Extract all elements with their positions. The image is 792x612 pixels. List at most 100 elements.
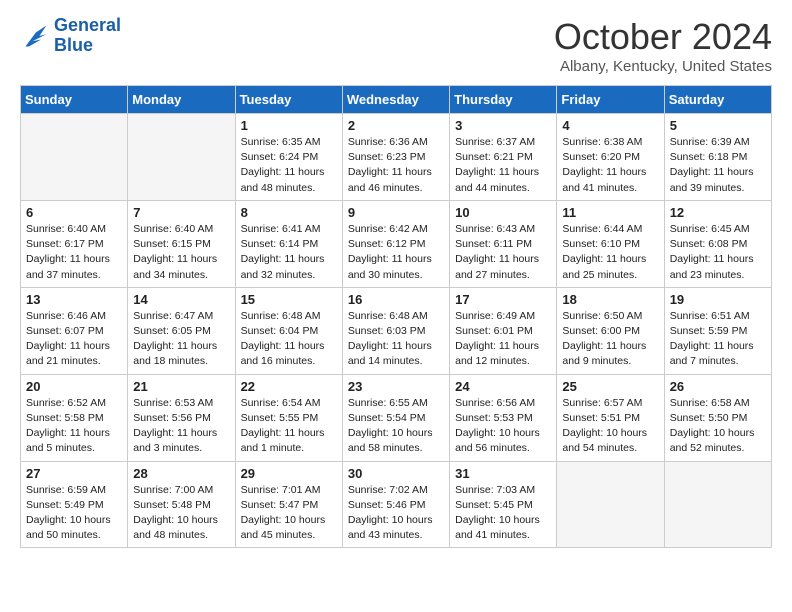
calendar-table: SundayMondayTuesdayWednesdayThursdayFrid… (20, 85, 772, 548)
day-number: 30 (348, 466, 444, 481)
calendar-week-row: 20 Sunrise: 6:52 AM Sunset: 5:58 PM Dayli… (21, 374, 772, 461)
calendar-day-cell: 11 Sunrise: 6:44 AM Sunset: 6:10 PM Dayli… (557, 200, 664, 287)
calendar-day-cell: 8 Sunrise: 6:41 AM Sunset: 6:14 PM Daylig… (235, 200, 342, 287)
day-details: Sunrise: 7:03 AM Sunset: 5:45 PM Dayligh… (455, 483, 551, 544)
day-details: Sunrise: 6:48 AM Sunset: 6:04 PM Dayligh… (241, 309, 337, 370)
calendar-day-cell: 13 Sunrise: 6:46 AM Sunset: 6:07 PM Dayli… (21, 287, 128, 374)
calendar-day-cell: 30Sunrise: 7:02 AM Sunset: 5:46 PM Dayli… (342, 461, 449, 548)
calendar-day-cell (664, 461, 771, 548)
day-details: Sunrise: 6:45 AM Sunset: 6:08 PM Dayligh… (670, 222, 766, 283)
weekday-header-cell: Thursday (450, 86, 557, 114)
day-number: 13 (26, 292, 122, 307)
day-details: Sunrise: 6:57 AM Sunset: 5:51 PM Dayligh… (562, 396, 658, 457)
month-title: October 2024 (554, 16, 772, 58)
day-number: 15 (241, 292, 337, 307)
calendar-day-cell: 25 Sunrise: 6:57 AM Sunset: 5:51 PM Dayli… (557, 374, 664, 461)
day-number: 20 (26, 379, 122, 394)
calendar-week-row: 1 Sunrise: 6:35 AM Sunset: 6:24 PM Daylig… (21, 114, 772, 201)
calendar-day-cell: 15 Sunrise: 6:48 AM Sunset: 6:04 PM Dayli… (235, 287, 342, 374)
calendar-day-cell: 27 Sunrise: 6:59 AM Sunset: 5:49 PM Dayli… (21, 461, 128, 548)
calendar-day-cell: 9 Sunrise: 6:42 AM Sunset: 6:12 PM Daylig… (342, 200, 449, 287)
calendar-day-cell: 4 Sunrise: 6:38 AM Sunset: 6:20 PM Daylig… (557, 114, 664, 201)
weekday-header-cell: Sunday (21, 86, 128, 114)
logo-icon (20, 22, 50, 50)
day-details: Sunrise: 7:01 AM Sunset: 5:47 PM Dayligh… (241, 483, 337, 544)
day-details: Sunrise: 6:37 AM Sunset: 6:21 PM Dayligh… (455, 135, 551, 196)
location: Albany, Kentucky, United States (554, 58, 772, 75)
day-number: 3 (455, 118, 551, 133)
logo-text: General (54, 16, 121, 36)
day-number: 18 (562, 292, 658, 307)
weekday-header-row: SundayMondayTuesdayWednesdayThursdayFrid… (21, 86, 772, 114)
calendar-week-row: 6Sunrise: 6:40 AM Sunset: 6:17 PM Daylig… (21, 200, 772, 287)
calendar-day-cell (128, 114, 235, 201)
day-number: 22 (241, 379, 337, 394)
calendar-body: 1 Sunrise: 6:35 AM Sunset: 6:24 PM Daylig… (21, 114, 772, 548)
calendar-day-cell (557, 461, 664, 548)
day-number: 5 (670, 118, 766, 133)
calendar-day-cell: 1 Sunrise: 6:35 AM Sunset: 6:24 PM Daylig… (235, 114, 342, 201)
day-details: Sunrise: 6:59 AM Sunset: 5:49 PM Dayligh… (26, 483, 122, 544)
calendar-day-cell (21, 114, 128, 201)
day-details: Sunrise: 6:53 AM Sunset: 5:56 PM Dayligh… (133, 396, 229, 457)
day-details: Sunrise: 6:54 AM Sunset: 5:55 PM Dayligh… (241, 396, 337, 457)
day-details: Sunrise: 6:39 AM Sunset: 6:18 PM Dayligh… (670, 135, 766, 196)
day-details: Sunrise: 7:00 AM Sunset: 5:48 PM Dayligh… (133, 483, 229, 544)
page-header: General Blue October 2024 Albany, Kentuc… (20, 16, 772, 75)
weekday-header-cell: Friday (557, 86, 664, 114)
calendar-day-cell: 2Sunrise: 6:36 AM Sunset: 6:23 PM Daylig… (342, 114, 449, 201)
day-number: 16 (348, 292, 444, 307)
day-number: 8 (241, 205, 337, 220)
day-details: Sunrise: 6:40 AM Sunset: 6:15 PM Dayligh… (133, 222, 229, 283)
day-number: 19 (670, 292, 766, 307)
calendar-day-cell: 23 Sunrise: 6:55 AM Sunset: 5:54 PM Dayli… (342, 374, 449, 461)
calendar-day-cell: 20 Sunrise: 6:52 AM Sunset: 5:58 PM Dayli… (21, 374, 128, 461)
weekday-header-cell: Monday (128, 86, 235, 114)
day-details: Sunrise: 6:35 AM Sunset: 6:24 PM Dayligh… (241, 135, 337, 196)
day-number: 29 (241, 466, 337, 481)
logo-text2: Blue (54, 36, 121, 56)
day-details: Sunrise: 6:43 AM Sunset: 6:11 PM Dayligh… (455, 222, 551, 283)
day-details: Sunrise: 6:56 AM Sunset: 5:53 PM Dayligh… (455, 396, 551, 457)
day-details: Sunrise: 6:52 AM Sunset: 5:58 PM Dayligh… (26, 396, 122, 457)
day-details: Sunrise: 6:46 AM Sunset: 6:07 PM Dayligh… (26, 309, 122, 370)
calendar-day-cell: 5 Sunrise: 6:39 AM Sunset: 6:18 PM Daylig… (664, 114, 771, 201)
day-number: 24 (455, 379, 551, 394)
calendar-day-cell: 6Sunrise: 6:40 AM Sunset: 6:17 PM Daylig… (21, 200, 128, 287)
day-number: 23 (348, 379, 444, 394)
calendar-week-row: 27 Sunrise: 6:59 AM Sunset: 5:49 PM Dayli… (21, 461, 772, 548)
day-details: Sunrise: 6:36 AM Sunset: 6:23 PM Dayligh… (348, 135, 444, 196)
calendar-day-cell: 16Sunrise: 6:48 AM Sunset: 6:03 PM Dayli… (342, 287, 449, 374)
day-details: Sunrise: 6:55 AM Sunset: 5:54 PM Dayligh… (348, 396, 444, 457)
calendar-day-cell: 29 Sunrise: 7:01 AM Sunset: 5:47 PM Dayli… (235, 461, 342, 548)
weekday-header-cell: Wednesday (342, 86, 449, 114)
calendar-day-cell: 24 Sunrise: 6:56 AM Sunset: 5:53 PM Dayli… (450, 374, 557, 461)
day-details: Sunrise: 6:44 AM Sunset: 6:10 PM Dayligh… (562, 222, 658, 283)
day-details: Sunrise: 6:49 AM Sunset: 6:01 PM Dayligh… (455, 309, 551, 370)
day-details: Sunrise: 6:42 AM Sunset: 6:12 PM Dayligh… (348, 222, 444, 283)
calendar-day-cell: 31 Sunrise: 7:03 AM Sunset: 5:45 PM Dayli… (450, 461, 557, 548)
calendar-day-cell: 3 Sunrise: 6:37 AM Sunset: 6:21 PM Daylig… (450, 114, 557, 201)
day-details: Sunrise: 6:41 AM Sunset: 6:14 PM Dayligh… (241, 222, 337, 283)
day-number: 9 (348, 205, 444, 220)
calendar-day-cell: 28 Sunrise: 7:00 AM Sunset: 5:48 PM Dayli… (128, 461, 235, 548)
day-number: 4 (562, 118, 658, 133)
calendar-day-cell: 10Sunrise: 6:43 AM Sunset: 6:11 PM Dayli… (450, 200, 557, 287)
day-number: 11 (562, 205, 658, 220)
day-number: 1 (241, 118, 337, 133)
day-number: 28 (133, 466, 229, 481)
calendar-day-cell: 17Sunrise: 6:49 AM Sunset: 6:01 PM Dayli… (450, 287, 557, 374)
calendar-day-cell: 12Sunrise: 6:45 AM Sunset: 6:08 PM Dayli… (664, 200, 771, 287)
day-number: 6 (26, 205, 122, 220)
weekday-header-cell: Saturday (664, 86, 771, 114)
day-number: 31 (455, 466, 551, 481)
title-block: October 2024 Albany, Kentucky, United St… (554, 16, 772, 75)
day-details: Sunrise: 6:50 AM Sunset: 6:00 PM Dayligh… (562, 309, 658, 370)
calendar-day-cell: 26Sunrise: 6:58 AM Sunset: 5:50 PM Dayli… (664, 374, 771, 461)
day-number: 25 (562, 379, 658, 394)
day-number: 27 (26, 466, 122, 481)
calendar-day-cell: 18 Sunrise: 6:50 AM Sunset: 6:00 PM Dayli… (557, 287, 664, 374)
day-details: Sunrise: 6:38 AM Sunset: 6:20 PM Dayligh… (562, 135, 658, 196)
day-details: Sunrise: 6:47 AM Sunset: 6:05 PM Dayligh… (133, 309, 229, 370)
day-details: Sunrise: 6:58 AM Sunset: 5:50 PM Dayligh… (670, 396, 766, 457)
